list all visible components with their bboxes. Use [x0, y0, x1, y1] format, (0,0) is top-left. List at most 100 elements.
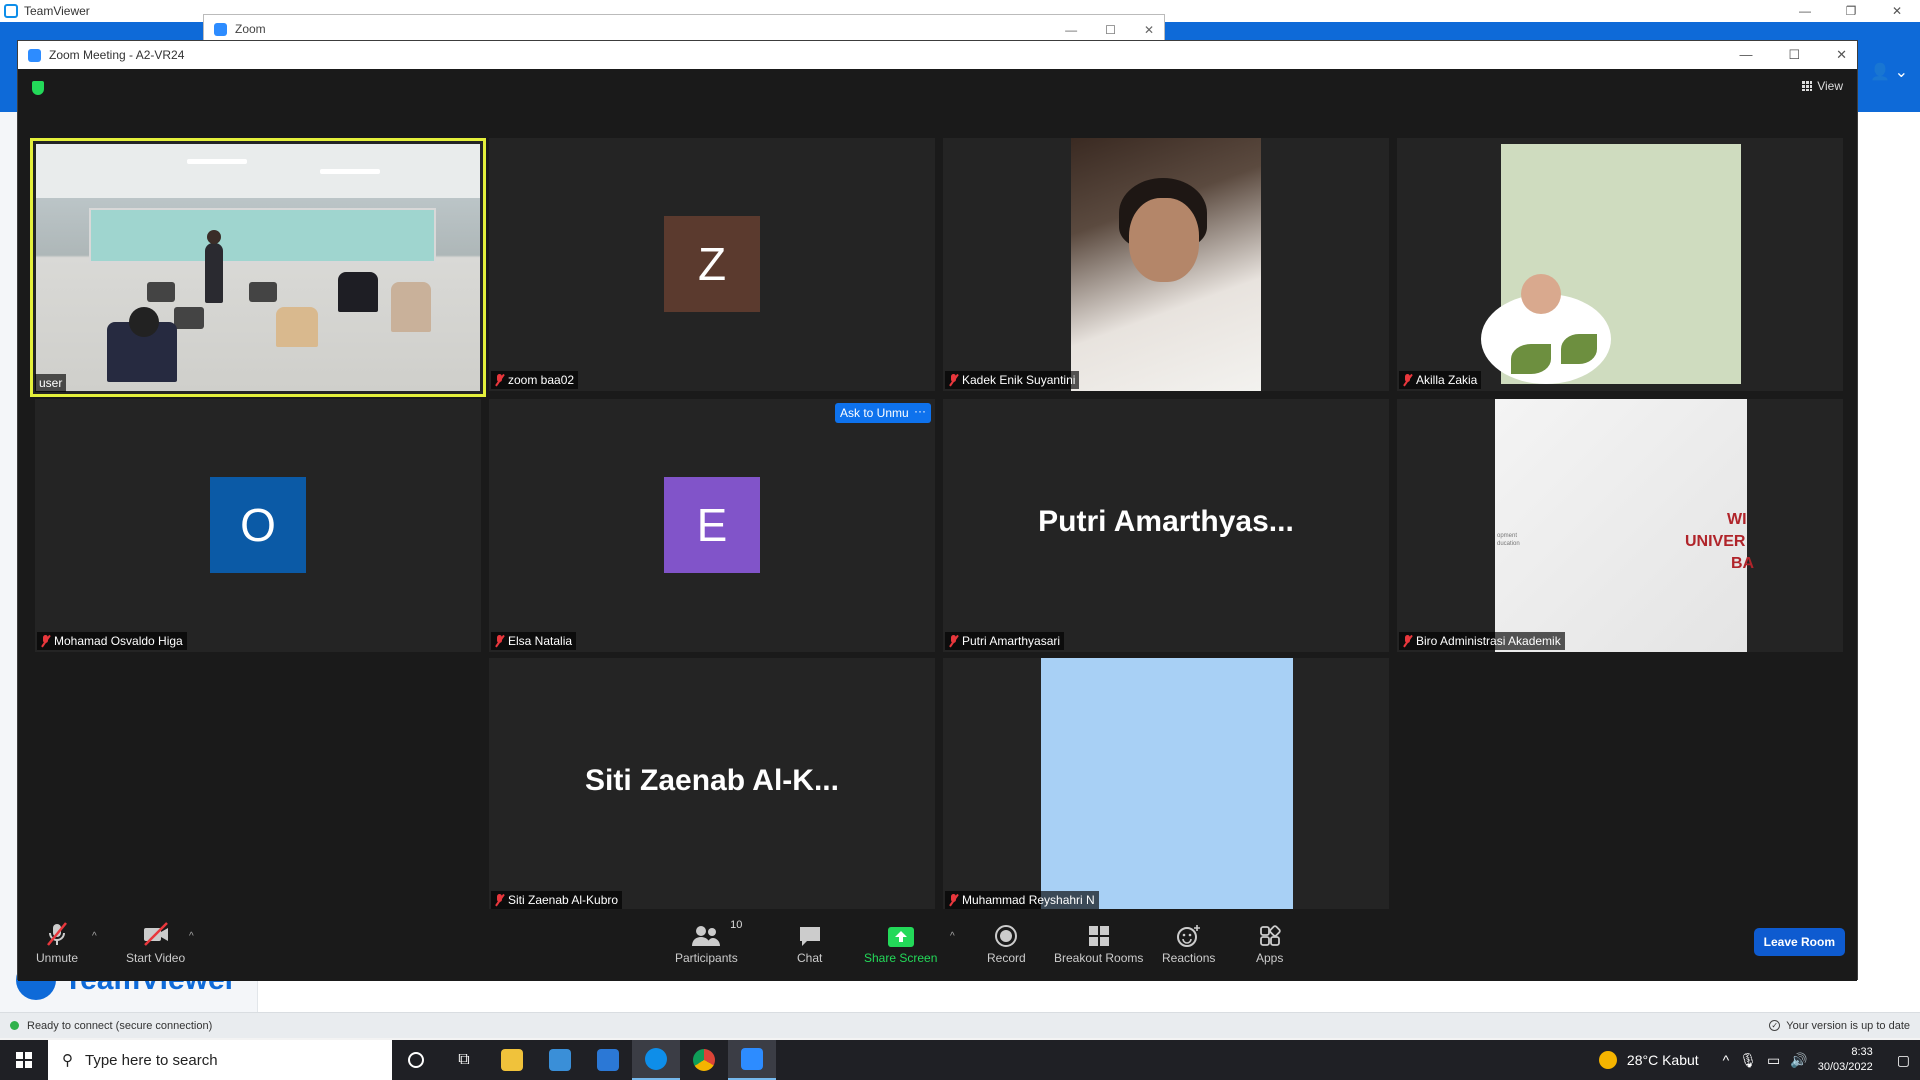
participant-name: Putri Amarthyasari: [962, 634, 1061, 648]
view-button[interactable]: View: [1802, 79, 1843, 93]
participants-label: Participants: [675, 951, 738, 965]
breakout-rooms-button[interactable]: Breakout Rooms: [1054, 919, 1143, 965]
video-tile-user[interactable]: user: [30, 138, 486, 397]
participant-name-bar: Kadek Enik Suyantini: [945, 371, 1080, 389]
zoom-taskbar-button[interactable]: [728, 1040, 776, 1080]
chrome-icon: [693, 1049, 715, 1071]
start-video-button[interactable]: Start Video: [126, 919, 185, 965]
network-icon[interactable]: ▭: [1767, 1052, 1780, 1069]
muted-mic-icon: [495, 894, 504, 906]
close-icon[interactable]: ✕: [1874, 0, 1920, 22]
record-icon: [995, 925, 1018, 947]
notifications-icon[interactable]: ▢: [1897, 1052, 1910, 1069]
participant-video: [1071, 138, 1261, 391]
participant-name: zoom baa02: [508, 373, 575, 387]
clock-date: 30/03/2022: [1817, 1061, 1873, 1073]
mail-button[interactable]: [584, 1040, 632, 1080]
video-tile-zoom-baa02[interactable]: Z zoom baa02: [489, 138, 935, 391]
chat-icon-wrap: [798, 919, 822, 947]
taskbar-search-placeholder: Type here to search: [85, 1051, 218, 1069]
teamviewer-taskbar-button[interactable]: [632, 1040, 680, 1080]
video-tile-elsa[interactable]: E Ask to Unmute ··· Elsa Natalia: [489, 399, 935, 652]
classroom-person: [275, 307, 318, 348]
avatar: Z: [664, 216, 760, 312]
video-options-caret-icon[interactable]: ^: [189, 931, 194, 942]
video-tile-siti[interactable]: Siti Zaenab Al-K... Siti Zaenab Al-Kubro: [489, 658, 935, 911]
muted-mic-icon: [1403, 635, 1412, 647]
tray-chevron-icon[interactable]: ^: [1723, 1052, 1730, 1068]
weather-text[interactable]: 28°C Kabut: [1627, 1052, 1699, 1068]
participant-name: Akilla Zakia: [1416, 373, 1478, 387]
start-video-label: Start Video: [126, 951, 186, 965]
floral-leaf: [1561, 334, 1597, 364]
grid-icon: [1802, 81, 1813, 91]
cortana-button[interactable]: [392, 1040, 440, 1080]
reactions-button[interactable]: Reactions: [1162, 919, 1215, 965]
system-tray: 28°C Kabut ^ 🎙 ▭ 🔊 8:33 30/03/2022 ▢: [1598, 1040, 1920, 1080]
microphone-icon[interactable]: 🎙: [1739, 1052, 1757, 1069]
chat-button[interactable]: Chat: [797, 919, 822, 965]
slide-small-text: opment: [1497, 533, 1518, 539]
classroom-person: [391, 282, 432, 333]
zoom-launcher-title: Zoom: [235, 22, 266, 36]
muted-mic-icon: [41, 635, 50, 647]
task-view-icon: ⧉: [458, 1051, 470, 1068]
apps-button[interactable]: Apps: [1256, 919, 1283, 965]
muted-mic-icon: [949, 635, 958, 647]
participant-name: Mohamad Osvaldo Higa: [54, 634, 183, 648]
profile-image-floral: [1481, 144, 1741, 384]
check-icon: ✓: [1769, 1020, 1781, 1032]
share-options-caret-icon[interactable]: ^: [950, 931, 955, 942]
leave-room-button[interactable]: Leave Room: [1753, 928, 1845, 956]
video-tile-biro[interactable]: opment ducation WI UNIVER BA Biro Admini…: [1397, 399, 1843, 652]
participant-name: Elsa Natalia: [508, 634, 573, 648]
teamviewer-window-controls: — ❐ ✕: [1782, 0, 1920, 22]
classroom-person: [337, 272, 378, 313]
search-icon: ⚲: [62, 1052, 73, 1069]
unmute-button[interactable]: Unmute: [36, 919, 78, 965]
version-status-text: Your version is up to date: [1786, 1019, 1910, 1032]
share-screen-button[interactable]: Share Screen: [864, 919, 937, 965]
close-icon[interactable]: ✕: [1836, 41, 1847, 69]
participant-name-bar: Akilla Zakia: [1399, 371, 1482, 389]
restore-icon[interactable]: ❐: [1828, 0, 1874, 22]
muted-mic-icon: [1403, 374, 1412, 386]
folder-icon: [501, 1049, 523, 1071]
mic-off-icon: [47, 922, 67, 946]
record-button[interactable]: Record: [987, 919, 1026, 965]
ceiling-lamp: [186, 158, 247, 164]
video-tile-kadek[interactable]: Kadek Enik Suyantini: [943, 138, 1389, 391]
participants-button[interactable]: 10 Participants: [675, 919, 742, 965]
classroom-video: [36, 144, 480, 391]
video-off-icon: [143, 922, 168, 946]
video-tile-putri[interactable]: Putri Amarthyas... Putri Amarthyasari: [943, 399, 1389, 652]
volume-icon[interactable]: 🔊: [1790, 1052, 1807, 1069]
cortana-icon: [408, 1052, 424, 1068]
meeting-title: Zoom Meeting - A2-VR24: [49, 48, 185, 62]
zoom-logo-icon: [214, 22, 227, 36]
task-view-button[interactable]: ⧉: [440, 1040, 488, 1080]
maximize-icon[interactable]: ☐: [1788, 41, 1800, 69]
clock[interactable]: 8:33 30/03/2022: [1818, 1045, 1873, 1075]
minimize-icon[interactable]: —: [1739, 41, 1752, 69]
video-tile-muhammad[interactable]: Muhammad Reyshahri N: [943, 658, 1389, 911]
version-status: ✓ Your version is up to date: [1769, 1020, 1910, 1032]
meeting-toolbar: Unmute ^ Start Video ^ 10 Participants C…: [18, 909, 1857, 981]
classroom-ceiling: [36, 144, 480, 199]
chrome-button[interactable]: [680, 1040, 728, 1080]
zoom-logo-icon: [28, 48, 41, 62]
mic-off-icon-wrap: [44, 919, 70, 947]
video-tile-akilla[interactable]: Akilla Zakia: [1397, 138, 1843, 391]
minimize-icon[interactable]: —: [1782, 0, 1828, 22]
record-icon-wrap: [995, 919, 1018, 947]
user-account-icon[interactable]: 👤 ⌄: [1870, 62, 1908, 82]
file-explorer-button[interactable]: [488, 1040, 536, 1080]
taskbar-search-box[interactable]: ⚲ Type here to search: [48, 1040, 392, 1080]
meeting-topbar: View: [18, 69, 1857, 107]
video-tile-mohamad[interactable]: O Mohamad Osvaldo Higa: [35, 399, 481, 652]
store-button[interactable]: [536, 1040, 584, 1080]
audio-options-caret-icon[interactable]: ^: [92, 931, 97, 942]
more-options-button[interactable]: ···: [909, 403, 931, 423]
start-button[interactable]: [0, 1040, 48, 1080]
security-shield-icon[interactable]: [32, 81, 44, 95]
